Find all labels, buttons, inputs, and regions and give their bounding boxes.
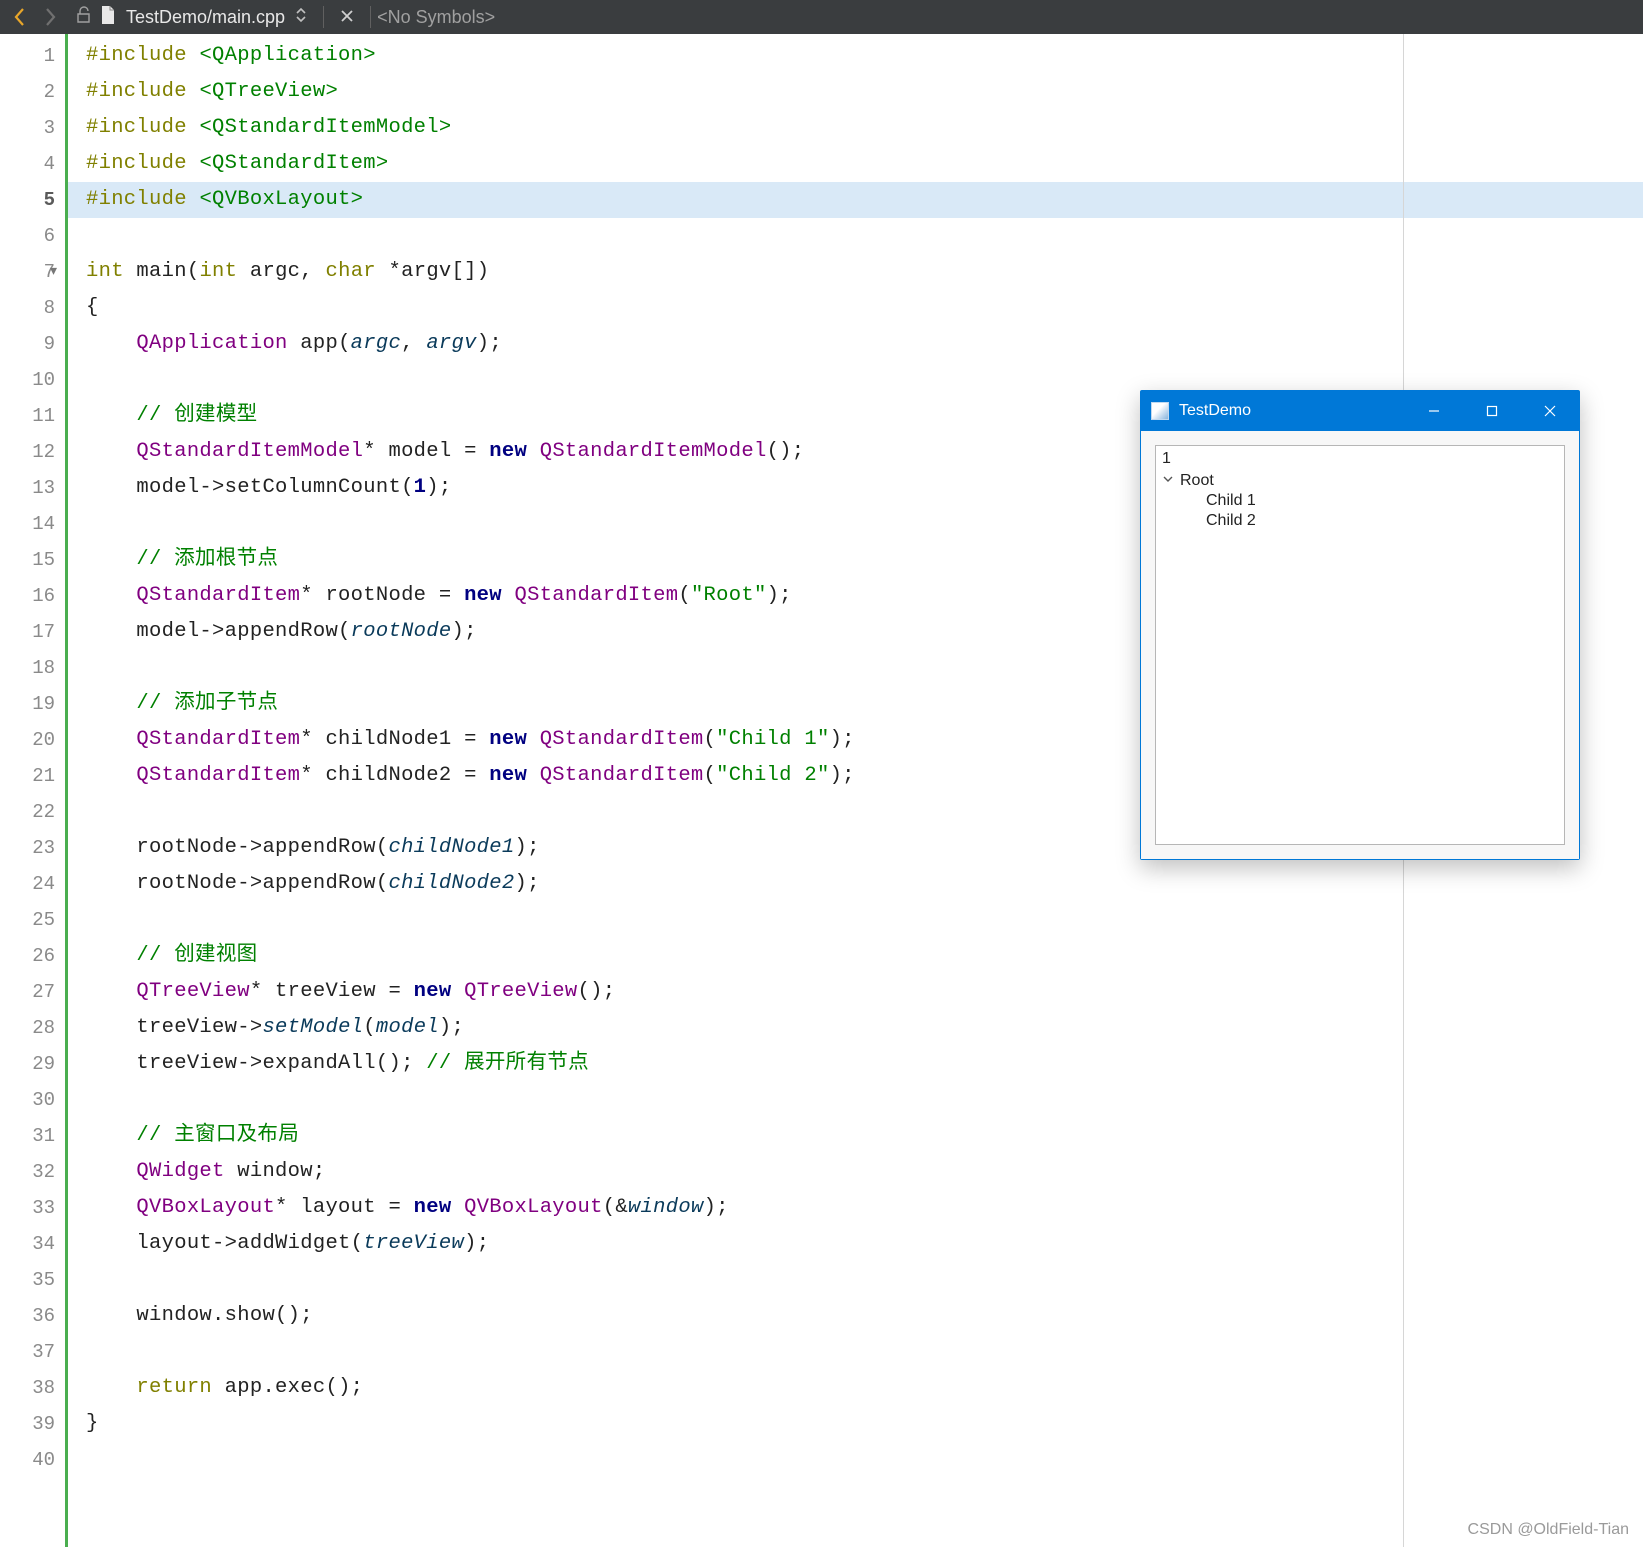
symbols-dropdown[interactable]: <No Symbols>	[377, 7, 495, 28]
code-line[interactable]: // 创建视图	[86, 938, 1643, 974]
code-line[interactable]: layout->addWidget(treeView);	[86, 1226, 1643, 1262]
toolbar-divider	[323, 6, 324, 28]
code-line[interactable]	[86, 1334, 1643, 1370]
lock-icon	[76, 6, 92, 29]
code-line[interactable]	[86, 902, 1643, 938]
code-line[interactable]: }	[86, 1406, 1643, 1442]
code-line[interactable]: // 主窗口及布局	[86, 1118, 1643, 1154]
code-line[interactable]: return app.exec();	[86, 1370, 1643, 1406]
nav-forward-button[interactable]	[38, 5, 62, 29]
file-selector-icon[interactable]	[295, 6, 307, 29]
line-number-gutter: 1234567▾89101112131415161718192021222324…	[0, 34, 68, 1547]
code-line[interactable]: #include <QTreeView>	[86, 74, 1643, 110]
tree-item[interactable]: Root	[1162, 471, 1558, 491]
watermark: CSDN @OldField-Tian	[1468, 1521, 1629, 1539]
tree-item-label: Root	[1180, 472, 1214, 490]
tree-view[interactable]: 1 Root Child 1 Child 2	[1155, 445, 1565, 845]
tree-item[interactable]: Child 1	[1162, 491, 1558, 511]
close-file-icon[interactable]	[340, 7, 354, 28]
code-line[interactable]: QApplication app(argc, argv);	[86, 326, 1643, 362]
close-button[interactable]	[1521, 391, 1579, 431]
app-body: 1 Root Child 1 Child 2	[1141, 431, 1579, 859]
titlebar[interactable]: TestDemo	[1141, 391, 1579, 431]
code-line[interactable]: treeView->setModel(model);	[86, 1010, 1643, 1046]
code-line[interactable]: {	[86, 290, 1643, 326]
code-line[interactable]	[86, 218, 1643, 254]
maximize-button[interactable]	[1463, 391, 1521, 431]
app-window: TestDemo 1 Root Child 1 Child 2	[1140, 390, 1580, 860]
code-line[interactable]	[86, 1442, 1643, 1478]
tree-item[interactable]: Child 2	[1162, 511, 1558, 531]
code-line[interactable]: treeView->expandAll(); // 展开所有节点	[86, 1046, 1643, 1082]
code-line[interactable]: #include <QStandardItem>	[86, 146, 1643, 182]
code-line[interactable]	[86, 1082, 1643, 1118]
file-icon	[100, 5, 116, 30]
code-line[interactable]	[86, 1262, 1643, 1298]
editor-toolbar: TestDemo/main.cpp <No Symbols>	[0, 0, 1643, 34]
code-line[interactable]: #include <QStandardItemModel>	[86, 110, 1643, 146]
code-line[interactable]: QVBoxLayout* layout = new QVBoxLayout(&w…	[86, 1190, 1643, 1226]
app-icon	[1151, 402, 1169, 420]
code-line[interactable]: int main(int argc, char *argv[])	[86, 254, 1643, 290]
tree-header[interactable]: 1	[1162, 448, 1558, 471]
code-line[interactable]: window.show();	[86, 1298, 1643, 1334]
code-line[interactable]: QTreeView* treeView = new QTreeView();	[86, 974, 1643, 1010]
code-line[interactable]: QWidget window;	[86, 1154, 1643, 1190]
window-title: TestDemo	[1179, 402, 1405, 420]
tree-item-label: Child 2	[1206, 512, 1256, 530]
chevron-down-icon[interactable]	[1162, 472, 1180, 490]
code-line[interactable]: rootNode->appendRow(childNode2);	[86, 866, 1643, 902]
code-line[interactable]: #include <QApplication>	[86, 38, 1643, 74]
nav-back-button[interactable]	[8, 5, 32, 29]
minimize-button[interactable]	[1405, 391, 1463, 431]
code-line[interactable]: #include <QVBoxLayout>	[68, 182, 1643, 218]
file-path[interactable]: TestDemo/main.cpp	[126, 7, 285, 28]
toolbar-divider	[370, 6, 371, 28]
tree-item-label: Child 1	[1206, 492, 1256, 510]
